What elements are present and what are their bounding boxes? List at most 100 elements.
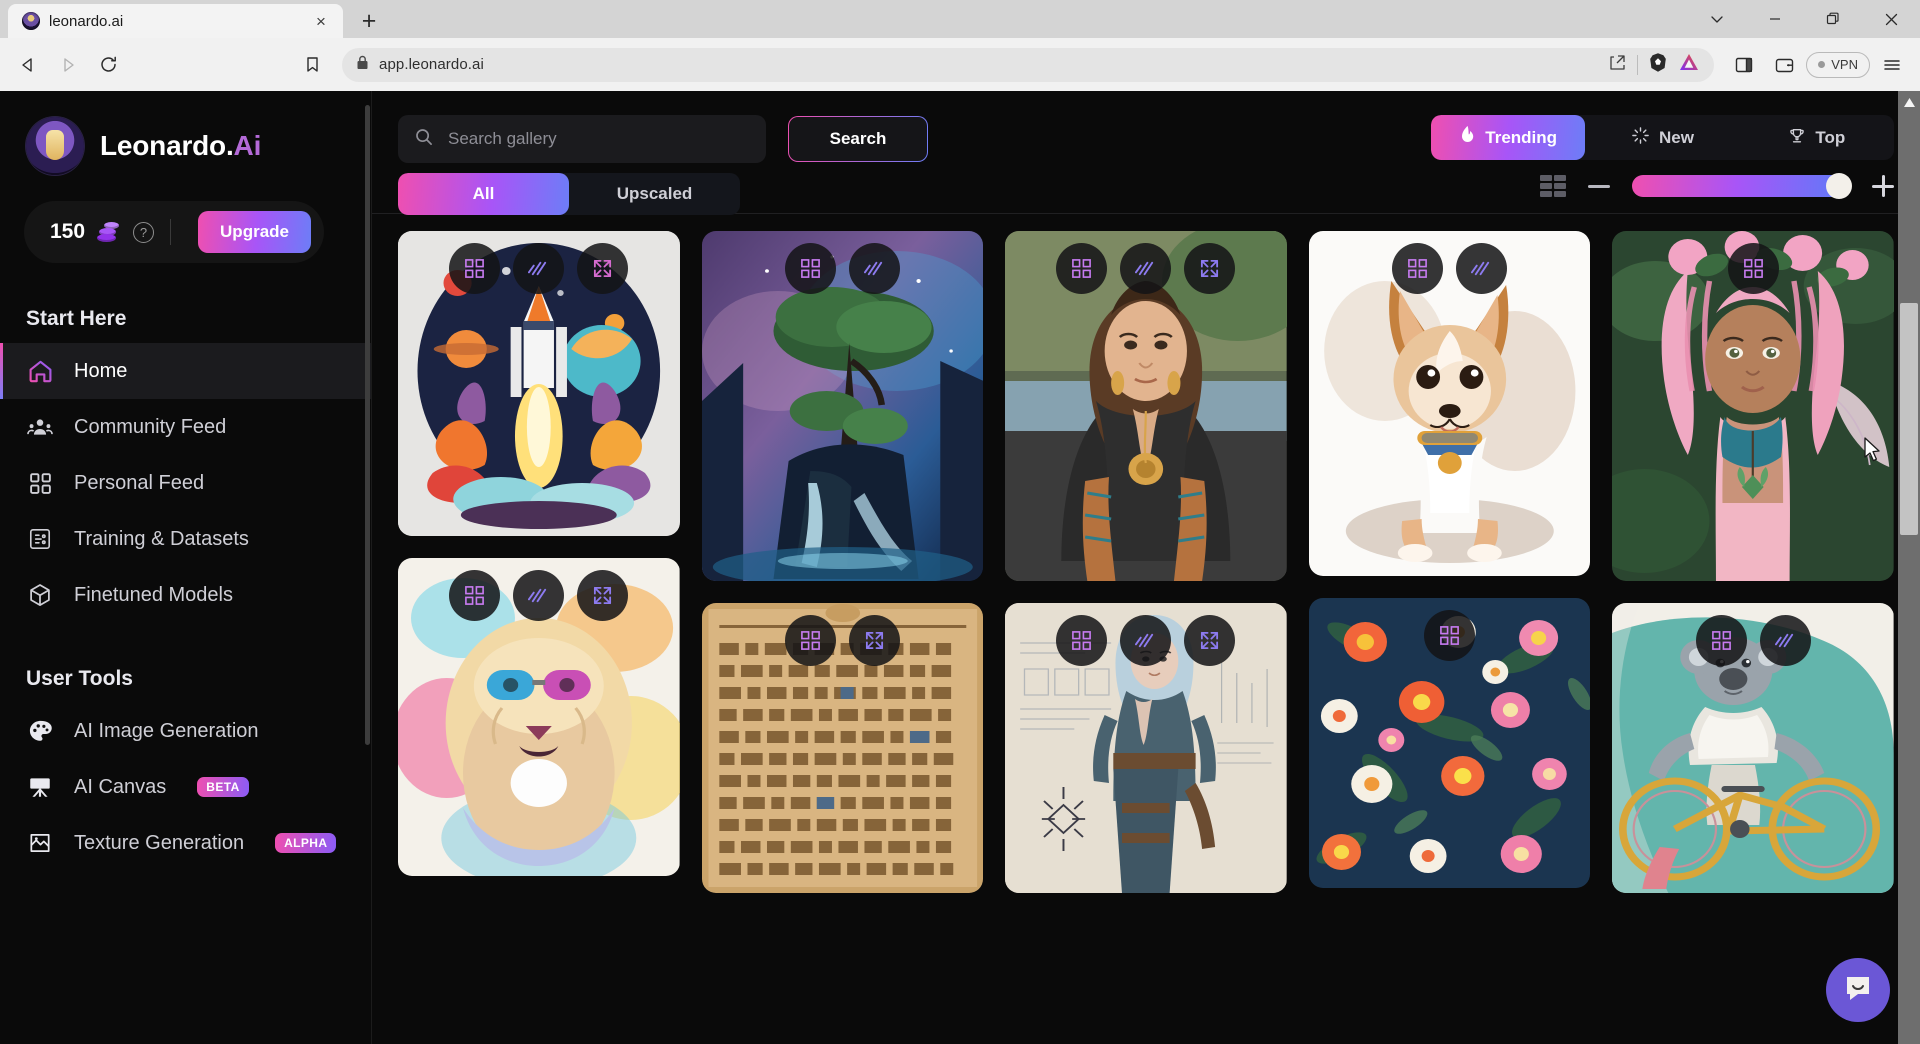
address-bar[interactable]: app.leonardo.ai [342,47,1715,82]
back-icon[interactable] [10,47,46,83]
chevron-down-icon[interactable] [1688,0,1746,38]
share-icon[interactable] [1608,53,1627,77]
page-scroll-thumb[interactable] [1900,303,1918,535]
sidebar-item-label: Finetuned Models [74,583,233,606]
expand-icon[interactable] [577,570,629,621]
search-input[interactable]: Search gallery [398,115,766,163]
tab-label: Trending [1485,127,1558,147]
zoom-out-button[interactable] [1588,184,1610,188]
sidebar-scroll-thumb[interactable] [365,105,370,745]
zoom-slider[interactable] [1632,173,1852,199]
remix-icon[interactable] [449,570,501,621]
sidebar-item-training-datasets[interactable]: Training & Datasets [0,511,371,567]
wallet-icon[interactable] [1766,47,1802,83]
gallery-card[interactable] [1308,231,1591,576]
card-actions [1005,243,1287,294]
tab-upscaled[interactable]: Upscaled [569,173,740,215]
zoom-in-button[interactable] [1872,175,1894,197]
motion-icon[interactable] [1456,243,1508,294]
remix-icon[interactable] [1392,243,1444,294]
zoom-slider-thumb[interactable] [1826,173,1852,199]
main-content: Search gallery Search All Upscaled Trend… [372,91,1920,1044]
page-scrollbar[interactable] [1898,91,1920,1044]
sidebar-item-ai-canvas[interactable]: AI Canvas BETA [0,759,371,815]
browser-tab[interactable]: leonardo.ai × [8,4,343,38]
badge-beta: BETA [197,777,249,797]
gallery-card[interactable] [398,231,680,536]
brave-lion-icon[interactable] [1648,52,1668,78]
reload-icon[interactable] [90,47,126,83]
brave-rewards-triangle-icon[interactable] [1678,52,1700,77]
expand-icon[interactable] [577,243,629,294]
grid-squares-icon [26,469,54,497]
remix-icon[interactable] [784,243,836,294]
gallery-card[interactable] [1005,231,1287,581]
remix-icon[interactable] [449,243,501,294]
sidebar-item-texture-generation[interactable]: Texture Generation ALPHA [0,815,371,871]
remix-icon[interactable] [784,615,836,666]
gallery-card[interactable] [398,558,680,876]
search-button[interactable]: Search [788,116,928,162]
new-tab-button[interactable]: + [352,4,386,38]
remix-icon[interactable] [1056,243,1108,294]
tab-top[interactable]: Top [1740,115,1894,160]
motion-icon[interactable] [848,243,900,294]
sidebar-section-title-start-here: Start Here [26,307,127,330]
restore-icon[interactable] [1804,0,1862,38]
tab-new[interactable]: New [1585,115,1739,160]
sidebar-item-community-feed[interactable]: Community Feed [0,399,371,455]
filter-tabs: All Upscaled [398,173,740,215]
expand-icon[interactable] [848,615,900,666]
sidebar-item-label: Personal Feed [74,471,205,494]
gallery-card[interactable] [1308,598,1591,888]
forward-icon [50,47,86,83]
hamburger-menu-icon[interactable] [1874,47,1910,83]
sidebar-item-finetuned-models[interactable]: Finetuned Models [0,567,371,623]
gallery-card[interactable] [701,603,984,893]
gallery-card[interactable] [1005,603,1287,893]
remix-icon[interactable] [1424,610,1476,661]
bookmark-icon[interactable] [294,47,330,83]
gallery-card[interactable] [1612,231,1894,581]
intercom-chat-button[interactable] [1826,958,1890,1022]
expand-icon[interactable] [1184,615,1236,666]
trophy-icon [1788,126,1806,150]
grid-density-icon[interactable] [1540,175,1566,197]
cube-icon [26,581,54,609]
gallery-card[interactable] [1612,603,1894,893]
navigation-toolbar: app.leonardo.ai VPN [0,38,1920,91]
page-content: Leonardo.Ai 150 ? Upgrade Start Here Hom… [0,91,1920,1044]
remix-icon[interactable] [1695,615,1747,666]
upgrade-button[interactable]: Upgrade [198,211,311,253]
sidebar: Leonardo.Ai 150 ? Upgrade Start Here Hom… [0,91,372,1044]
vpn-button[interactable]: VPN [1806,51,1870,78]
intercom-chat-icon [1842,972,1874,1009]
token-coins-icon [97,221,121,243]
tab-trending[interactable]: Trending [1431,115,1586,160]
motion-icon[interactable] [1120,615,1172,666]
motion-icon[interactable] [513,570,565,621]
scroll-up-arrow-icon[interactable] [1898,91,1920,113]
close-icon[interactable] [1862,0,1920,38]
brand-logo-block[interactable]: Leonardo.Ai [0,91,371,175]
expand-icon[interactable] [1184,243,1236,294]
sidebar-panel-icon[interactable] [1726,47,1762,83]
tab-all[interactable]: All [398,173,569,215]
sidebar-item-ai-image-generation[interactable]: AI Image Generation [0,703,371,759]
gallery-card[interactable] [701,231,984,581]
flame-icon [1459,125,1476,150]
card-actions [398,570,680,621]
help-circle-icon[interactable]: ? [133,221,155,243]
motion-icon[interactable] [513,243,565,294]
sidebar-item-label: AI Image Generation [74,719,259,742]
sidebar-item-home[interactable]: Home [0,343,371,399]
sidebar-item-personal-feed[interactable]: Personal Feed [0,455,371,511]
minimize-icon[interactable] [1746,0,1804,38]
close-icon[interactable]: × [309,9,333,33]
remix-icon[interactable] [1727,243,1779,294]
leonardo-avatar-icon [26,117,84,175]
remix-icon[interactable] [1056,615,1108,666]
motion-icon[interactable] [1759,615,1811,666]
motion-icon[interactable] [1120,243,1172,294]
card-actions [1005,615,1287,666]
